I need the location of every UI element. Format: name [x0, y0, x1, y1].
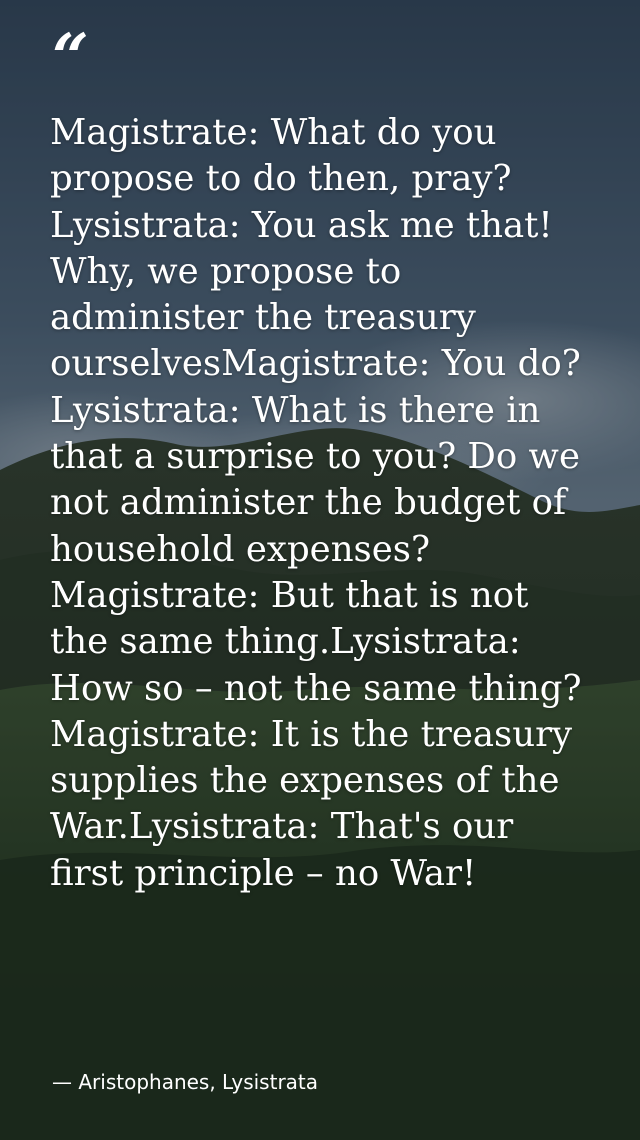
quote-attribution: — Aristophanes, Lysistrata	[52, 1070, 319, 1094]
quote-text: Magistrate: What do you propose to do th…	[50, 112, 582, 894]
quote-mark-icon: “	[52, 20, 89, 95]
